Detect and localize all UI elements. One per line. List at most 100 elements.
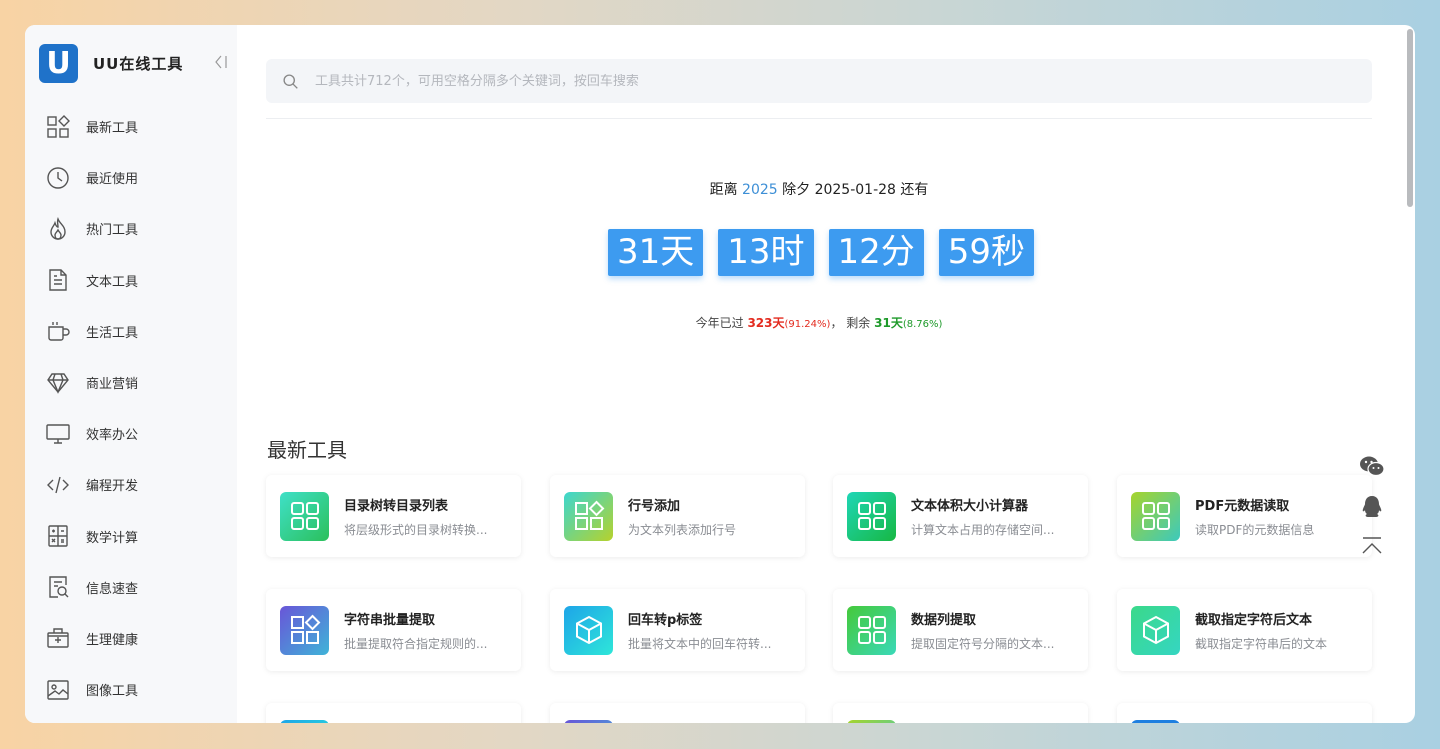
countdown-seconds: 59秒 (938, 229, 1035, 276)
search-bar[interactable] (266, 59, 1372, 103)
back-to-top-icon[interactable] (1359, 537, 1385, 555)
brand-name: UU在线工具 (93, 54, 184, 73)
cube-icon (564, 605, 613, 655)
countdown-title: 距离 2025 除夕 2025-01-28 还有 (266, 179, 1372, 199)
flame-icon (45, 216, 70, 241)
remain-days: 31天 (874, 316, 903, 330)
sidebar-item-text[interactable]: 文本工具 (25, 255, 237, 306)
sidebar-item-office[interactable]: 效率办公 (25, 408, 237, 459)
remain-percent: (8.76%) (902, 319, 943, 330)
sidebar-item-health[interactable]: 生理健康 (25, 613, 237, 664)
sidebar-item-image[interactable]: 图像工具 (25, 664, 237, 715)
sidebar-item-recent[interactable]: 最近使用 (25, 152, 237, 203)
countdown-date: 2025-01-28 (814, 182, 896, 198)
tool-icon (1131, 719, 1180, 723)
tool-card[interactable] (266, 703, 521, 723)
tool-card[interactable] (1117, 703, 1372, 723)
cube-icon (1131, 605, 1180, 655)
tool-card[interactable]: PDF元数据读取读取PDF的元数据信息 (1117, 475, 1372, 557)
tool-name: 数据列提取 (911, 612, 977, 628)
tool-desc: 批量提取符合指定规则的... (344, 636, 488, 651)
tool-card[interactable]: 字符串批量提取批量提取符合指定规则的... (266, 589, 521, 671)
countdown-event: 除夕 (782, 182, 811, 198)
grid-squares-icon (847, 605, 896, 655)
main-content: 距离 2025 除夕 2025-01-28 还有 31天 13时 12分 59秒… (237, 25, 1415, 723)
remain-label: 剩余 (846, 316, 871, 330)
brand[interactable]: U UU在线工具 (25, 25, 237, 101)
sidebar: U UU在线工具 最新工具 最近使用 热门工具 文本工具 生活工具 商业营销 效… (25, 25, 237, 723)
medkit-icon (45, 626, 70, 651)
tool-name: 文本体积大小计算器 (911, 498, 1029, 514)
sidebar-item-label: 效率办公 (86, 428, 139, 444)
sidebar-item-label: 数学计算 (86, 530, 139, 546)
search-icon (283, 73, 298, 89)
cup-icon (45, 319, 70, 344)
sidebar-item-label: 文本工具 (86, 274, 139, 290)
tool-card[interactable]: 文本体积大小计算器计算文本占用的存储空间... (833, 475, 1088, 557)
sidebar-item-hot[interactable]: 热门工具 (25, 203, 237, 254)
sidebar-item-label: 热门工具 (86, 223, 139, 239)
sidebar-item-marketing[interactable]: 商业营销 (25, 357, 237, 408)
tool-name: 字符串批量提取 (344, 612, 436, 628)
grid-icon (45, 114, 70, 139)
collapse-sidebar-icon[interactable] (213, 54, 229, 70)
tool-name: 目录树转目录列表 (344, 498, 449, 514)
monitor-icon (45, 421, 70, 446)
tool-icon (564, 719, 613, 723)
tool-desc: 截取指定字符串后的文本 (1195, 636, 1328, 651)
countdown-boxes: 31天 13时 12分 59秒 (237, 229, 1401, 276)
countdown-prefix: 距离 (709, 182, 738, 198)
sidebar-item-label: 生理健康 (86, 632, 139, 648)
countdown-minutes: 12分 (828, 229, 924, 276)
tool-card[interactable] (550, 703, 805, 723)
separator: ， (830, 316, 843, 330)
countdown-days: 31天 (607, 229, 704, 276)
sidebar-item-math[interactable]: 数学计算 (25, 511, 237, 562)
grid-diamond-icon (564, 491, 613, 541)
sidebar-item-label: 编程开发 (86, 479, 139, 495)
grid-squares-icon (280, 491, 329, 541)
tool-card[interactable]: 行号添加为文本列表添加行号 (550, 475, 805, 557)
passed-days: 323天 (747, 316, 785, 330)
tool-name: 行号添加 (628, 498, 681, 514)
passed-percent: (91.24%) (784, 319, 831, 330)
year-progress: 今年已过 323天(91.24%)， 剩余 31天(8.76%) (266, 314, 1372, 331)
tool-icon (280, 719, 329, 723)
scrollbar[interactable] (1407, 29, 1413, 207)
tool-name: PDF元数据读取 (1195, 498, 1290, 514)
sidebar-nav: 最新工具 最近使用 热门工具 文本工具 生活工具 商业营销 效率办公 编程开发 … (25, 101, 237, 715)
tool-desc: 读取PDF的元数据信息 (1195, 522, 1315, 537)
sidebar-item-label: 最近使用 (86, 172, 139, 188)
diamond-icon (45, 370, 70, 395)
tool-card[interactable]: 截取指定字符后文本 截取指定字符串后的文本 (1117, 589, 1372, 671)
sidebar-item-dev[interactable]: 编程开发 (25, 459, 237, 510)
tool-desc: 为文本列表添加行号 (628, 522, 737, 537)
app-window: U UU在线工具 最新工具 最近使用 热门工具 文本工具 生活工具 商业营销 效… (25, 25, 1415, 723)
countdown-hours: 13时 (718, 229, 814, 276)
tool-card[interactable]: 目录树转目录列表 将层级形式的目录树转换... (266, 475, 521, 557)
sidebar-item-label: 图像工具 (86, 684, 139, 700)
calculator-icon (45, 524, 70, 549)
tool-name: 截取指定字符后文本 (1195, 612, 1313, 628)
sidebar-item-lookup[interactable]: 信息速查 (25, 562, 237, 613)
tool-card[interactable] (833, 703, 1088, 723)
logo: U (39, 43, 78, 83)
grid-diamond-icon (280, 605, 329, 655)
qq-icon[interactable] (1359, 495, 1385, 519)
tool-desc: 提取固定符号分隔的文本... (911, 636, 1055, 651)
section-title: 最新工具 (267, 438, 347, 462)
tool-name: 回车转p标签 (628, 612, 703, 628)
search-doc-icon (45, 575, 70, 600)
tool-desc: 计算文本占用的存储空间... (911, 522, 1055, 537)
sidebar-item-label: 生活工具 (86, 325, 139, 341)
grid-squares-icon (1131, 491, 1180, 541)
divider (266, 118, 1372, 119)
search-input[interactable] (315, 73, 1315, 89)
grid-squares-icon (847, 491, 896, 541)
tool-card[interactable]: 数据列提取提取固定符号分隔的文本... (833, 589, 1088, 671)
sidebar-item-latest[interactable]: 最新工具 (25, 101, 237, 152)
sidebar-item-life[interactable]: 生活工具 (25, 306, 237, 357)
tool-card[interactable]: 回车转p标签 批量将文本中的回车符转... (550, 589, 805, 671)
sidebar-item-label: 最新工具 (86, 121, 139, 137)
wechat-icon[interactable] (1359, 455, 1385, 477)
